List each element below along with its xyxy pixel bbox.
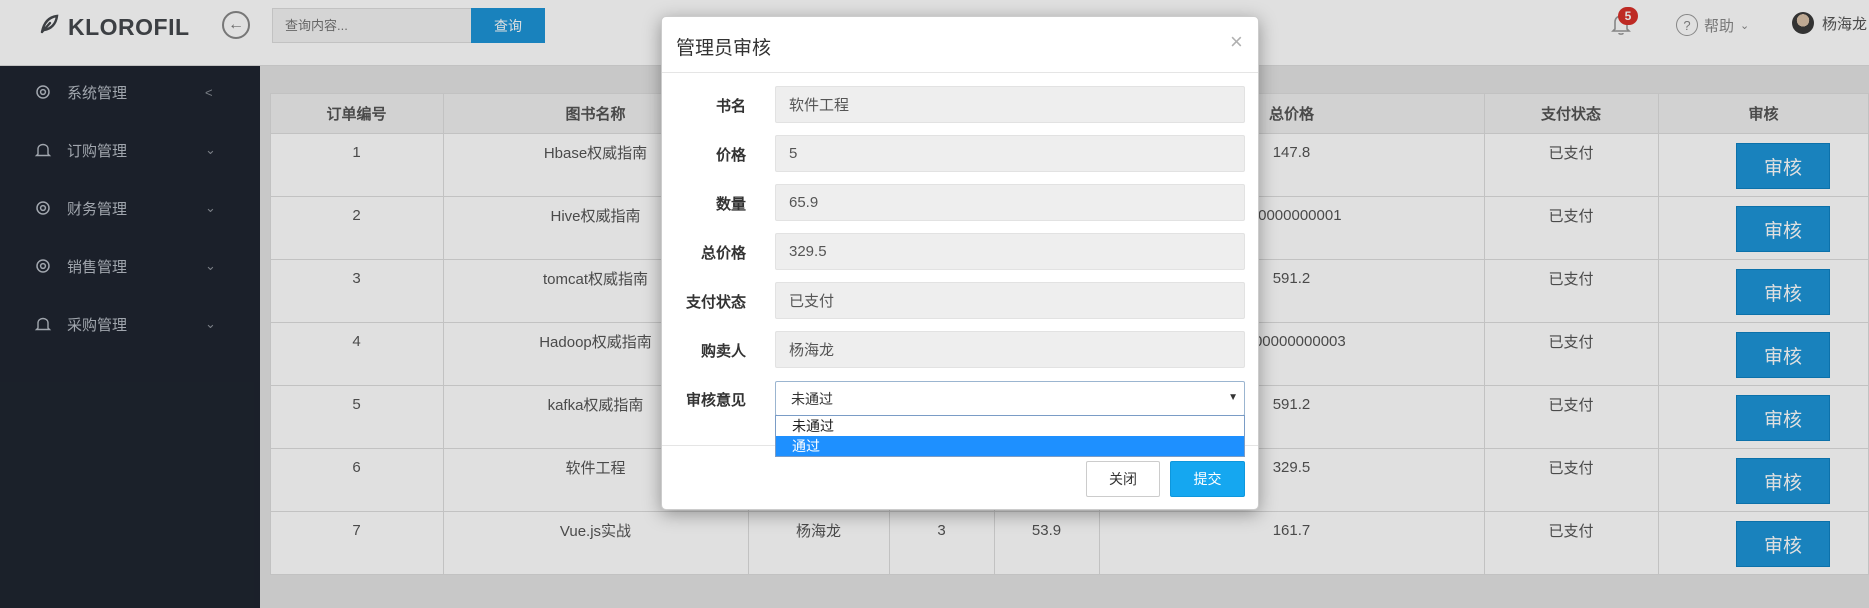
close-icon[interactable]: × [1230, 29, 1243, 55]
field-book-name[interactable]: 软件工程 [775, 86, 1245, 123]
field-buyer[interactable]: 杨海龙 [775, 331, 1245, 368]
caret-down-icon: ▼ [1228, 392, 1238, 403]
field-quantity[interactable]: 65.9 [775, 184, 1245, 221]
label-buyer: 购卖人 [700, 343, 746, 360]
review-selected-value: 未通过 [791, 390, 833, 407]
submit-button[interactable]: 提交 [1170, 461, 1245, 497]
field-price[interactable]: 5 [775, 135, 1245, 172]
review-dropdown: 未通过 通过 [775, 415, 1245, 457]
label-review-opinion: 审核意见 [685, 392, 746, 409]
review-modal: 管理员审核 × 书名 软件工程 价格 5 数量 65.9 总价格 329.5 支… [661, 16, 1259, 510]
label-total-price: 总价格 [700, 245, 746, 262]
close-button[interactable]: 关闭 [1086, 461, 1160, 497]
label-pay-status: 支付状态 [685, 294, 746, 311]
divider [662, 72, 1258, 73]
review-select[interactable]: 未通过 ▼ [775, 381, 1245, 416]
field-total-price[interactable]: 329.5 [775, 233, 1245, 270]
label-book-name: 书名 [715, 98, 746, 115]
label-quantity: 数量 [715, 196, 746, 213]
label-price: 价格 [715, 147, 746, 164]
modal-title: 管理员审核 [676, 38, 772, 59]
field-pay-status[interactable]: 已支付 [775, 282, 1245, 319]
option-not-passed[interactable]: 未通过 [776, 416, 1244, 436]
option-passed[interactable]: 通过 [776, 436, 1244, 456]
